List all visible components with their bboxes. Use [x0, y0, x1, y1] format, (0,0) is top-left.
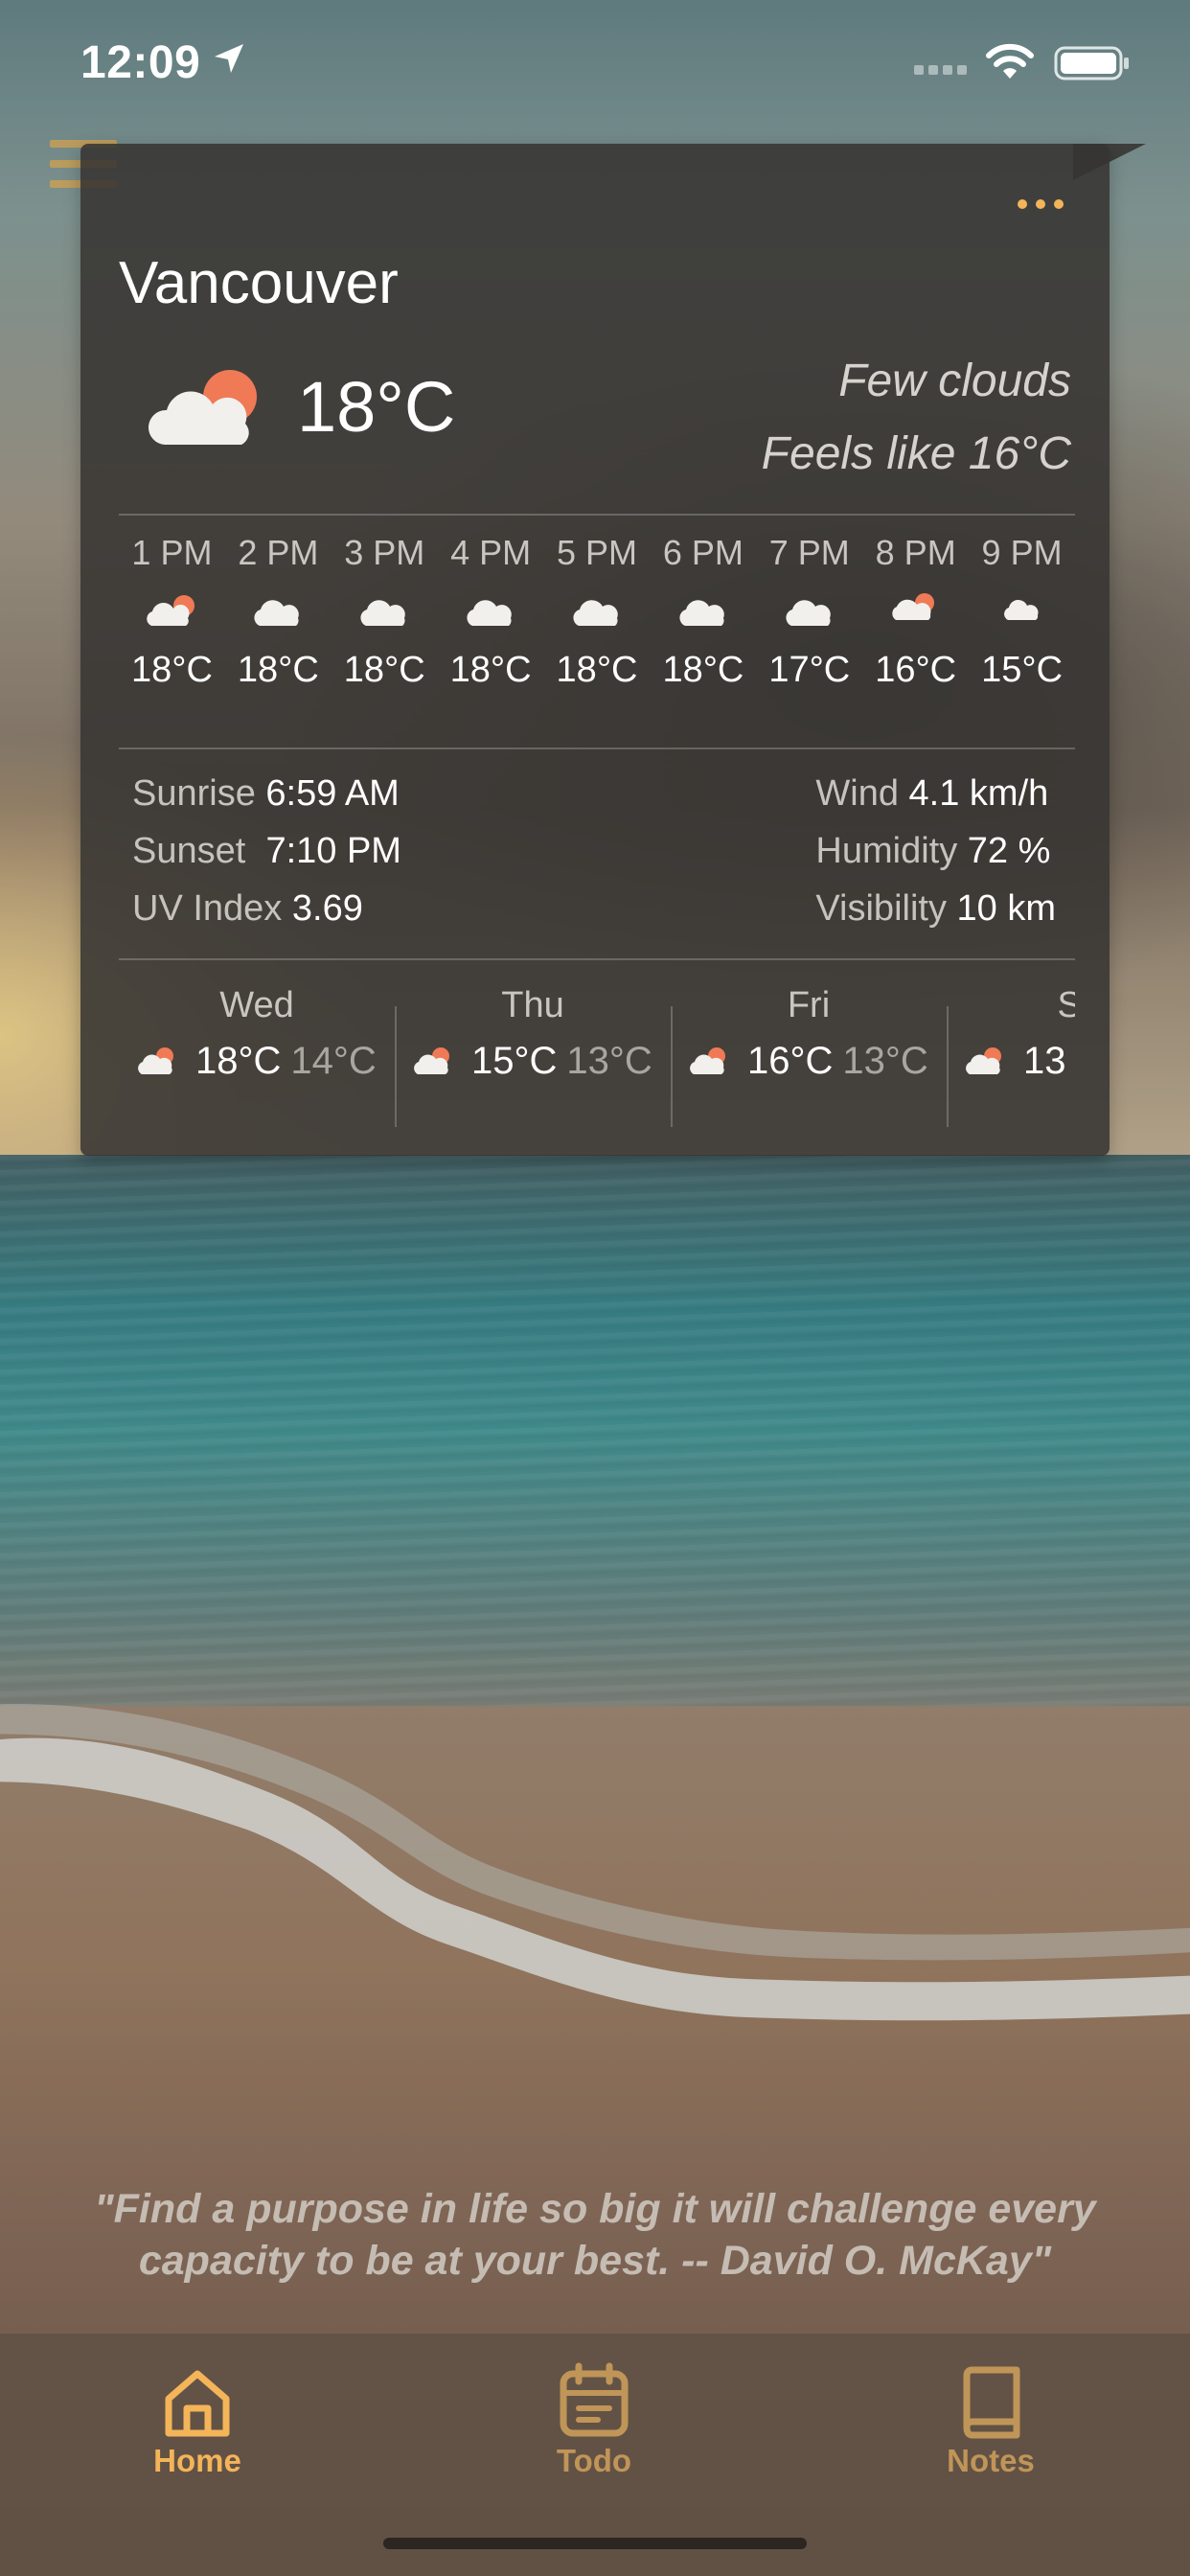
wifi-icon — [986, 43, 1034, 79]
tab-label: Home — [153, 2443, 241, 2478]
feels-like-text: Feels like 16°C — [761, 428, 1071, 479]
divider — [119, 748, 1075, 749]
hour-time: 7 PM — [768, 533, 850, 572]
day-high: 16°C — [747, 1040, 834, 1082]
hour-time: 1 PM — [131, 533, 213, 572]
condition-text: Few clouds — [838, 356, 1071, 406]
hourly-item: 1 PM 18°C — [119, 533, 225, 691]
hour-temp: 17°C — [768, 650, 851, 690]
daily-item: Sat 13 — [947, 983, 1075, 1127]
hour-time: 6 PM — [662, 533, 744, 572]
cloud-icon — [254, 600, 300, 626]
tab-home[interactable]: Home — [92, 2355, 303, 2479]
hour-temp: 18°C — [556, 650, 638, 690]
partly-cloudy-icon — [892, 593, 934, 620]
cloud-icon — [573, 600, 618, 626]
day-high: 13 — [1023, 1040, 1066, 1082]
atmosphere-details: Wind 4.1 km/h Humidity 72 % Visibility 1… — [815, 765, 1056, 937]
visibility-value: 10 km — [956, 888, 1056, 929]
hour-temp: 16°C — [875, 650, 957, 690]
hour-temp: 18°C — [237, 650, 319, 690]
visibility-label: Visibility — [815, 888, 947, 929]
day-name: Fri — [787, 985, 831, 1025]
tab-notes[interactable]: Notes — [885, 2355, 1096, 2479]
sunset-value: 7:10 PM — [265, 831, 401, 871]
day-name: Thu — [501, 985, 564, 1025]
hour-temp: 18°C — [130, 650, 213, 690]
hourly-item: 9 PM 15°C — [969, 533, 1075, 691]
hourly-item: 2 PM 18°C — [225, 533, 332, 691]
sunrise-label: Sunrise — [132, 773, 256, 814]
humidity-value: 72 % — [967, 831, 1051, 871]
hour-temp: 18°C — [343, 650, 425, 690]
sunrise-value: 6:59 AM — [265, 773, 400, 814]
day-name: Wed — [219, 985, 294, 1025]
hourly-item: 6 PM 18°C — [650, 533, 756, 691]
weather-description: Few clouds Feels like 16°C — [762, 345, 1071, 491]
tab-label: Todo — [556, 2443, 632, 2478]
wind-value: 4.1 km/h — [908, 773, 1049, 814]
more-dots-icon[interactable] — [1018, 199, 1064, 209]
partly-cloudy-icon — [414, 1046, 449, 1074]
partly-cloudy-icon — [148, 370, 257, 445]
partly-cloudy-icon — [147, 595, 195, 626]
hour-time: 9 PM — [981, 533, 1063, 572]
cellular-signal-icon — [914, 65, 967, 75]
home-icon — [165, 2370, 230, 2437]
day-name: Sat — [1057, 985, 1075, 1025]
day-low: 13°C — [842, 1040, 928, 1082]
hour-temp: 15°C — [981, 650, 1064, 690]
cloud-icon — [467, 600, 512, 626]
status-time: 12:09 — [80, 37, 201, 88]
day-low: 14°C — [290, 1040, 377, 1082]
hourly-item: 3 PM 18°C — [332, 533, 438, 691]
hour-time: 4 PM — [450, 533, 532, 572]
cloud-icon — [786, 600, 831, 626]
inspirational-quote: "Find a purpose in life so big it will c… — [94, 2186, 1096, 2284]
daily-forecast[interactable]: Wed 18°C 14°C Thu 15°C 13°C Fri 16°C 13°… — [119, 983, 1075, 1127]
uv-value: 3.69 — [291, 888, 363, 929]
hourly-item: 7 PM 17°C — [756, 533, 862, 691]
uv-label: UV Index — [132, 888, 283, 929]
hourly-item: 8 PM 16°C — [862, 533, 969, 691]
day-low: 13°C — [566, 1040, 652, 1082]
daily-item: Thu 15°C 13°C — [395, 983, 671, 1127]
divider — [119, 514, 1075, 516]
day-high: 18°C — [195, 1040, 282, 1082]
book-icon — [963, 2366, 1020, 2439]
daily-item: Fri 16°C 13°C — [671, 983, 947, 1127]
sun-details: Sunrise 6:59 AM Sunset 7:10 PM UV Index … — [132, 765, 401, 937]
home-indicator — [383, 2538, 807, 2549]
hourly-item: 4 PM 18°C — [438, 533, 544, 691]
cloud-icon — [360, 600, 405, 626]
hour-temp: 18°C — [449, 650, 532, 690]
hour-time: 8 PM — [875, 533, 956, 572]
partly-cloudy-icon — [138, 1046, 173, 1074]
hour-temp: 18°C — [662, 650, 744, 690]
sunset-label: Sunset — [132, 831, 246, 871]
hour-time: 2 PM — [238, 533, 319, 572]
divider — [119, 958, 1075, 960]
hourly-item: 5 PM 18°C — [544, 533, 651, 691]
hour-time: 3 PM — [344, 533, 425, 572]
current-temperature: 18°C — [297, 367, 456, 447]
battery-icon — [1054, 46, 1129, 80]
hour-time: 5 PM — [556, 533, 638, 572]
calendar-icon — [560, 2362, 629, 2437]
wind-label: Wind — [815, 773, 899, 814]
city-name: Vancouver — [119, 250, 399, 316]
partly-cloudy-icon — [690, 1046, 725, 1074]
tab-label: Notes — [947, 2443, 1035, 2478]
tab-todo[interactable]: Todo — [489, 2355, 699, 2479]
daily-item: Wed 18°C 14°C — [119, 983, 395, 1127]
location-arrow-icon — [215, 44, 243, 73]
hourly-forecast[interactable]: 1 PM 18°C 2 PM 18°C 3 PM 18°C 4 PM 18°C … — [119, 533, 1075, 691]
weather-card: Vancouver 18°C Few clouds Feels like 16°… — [80, 144, 1110, 1156]
partly-cloudy-icon — [966, 1046, 1001, 1074]
status-bar: 12:09 — [0, 0, 1190, 129]
day-high: 15°C — [471, 1040, 558, 1082]
cloud-icon — [679, 600, 724, 626]
humidity-label: Humidity — [815, 831, 958, 871]
cloud-icon — [1003, 599, 1039, 620]
